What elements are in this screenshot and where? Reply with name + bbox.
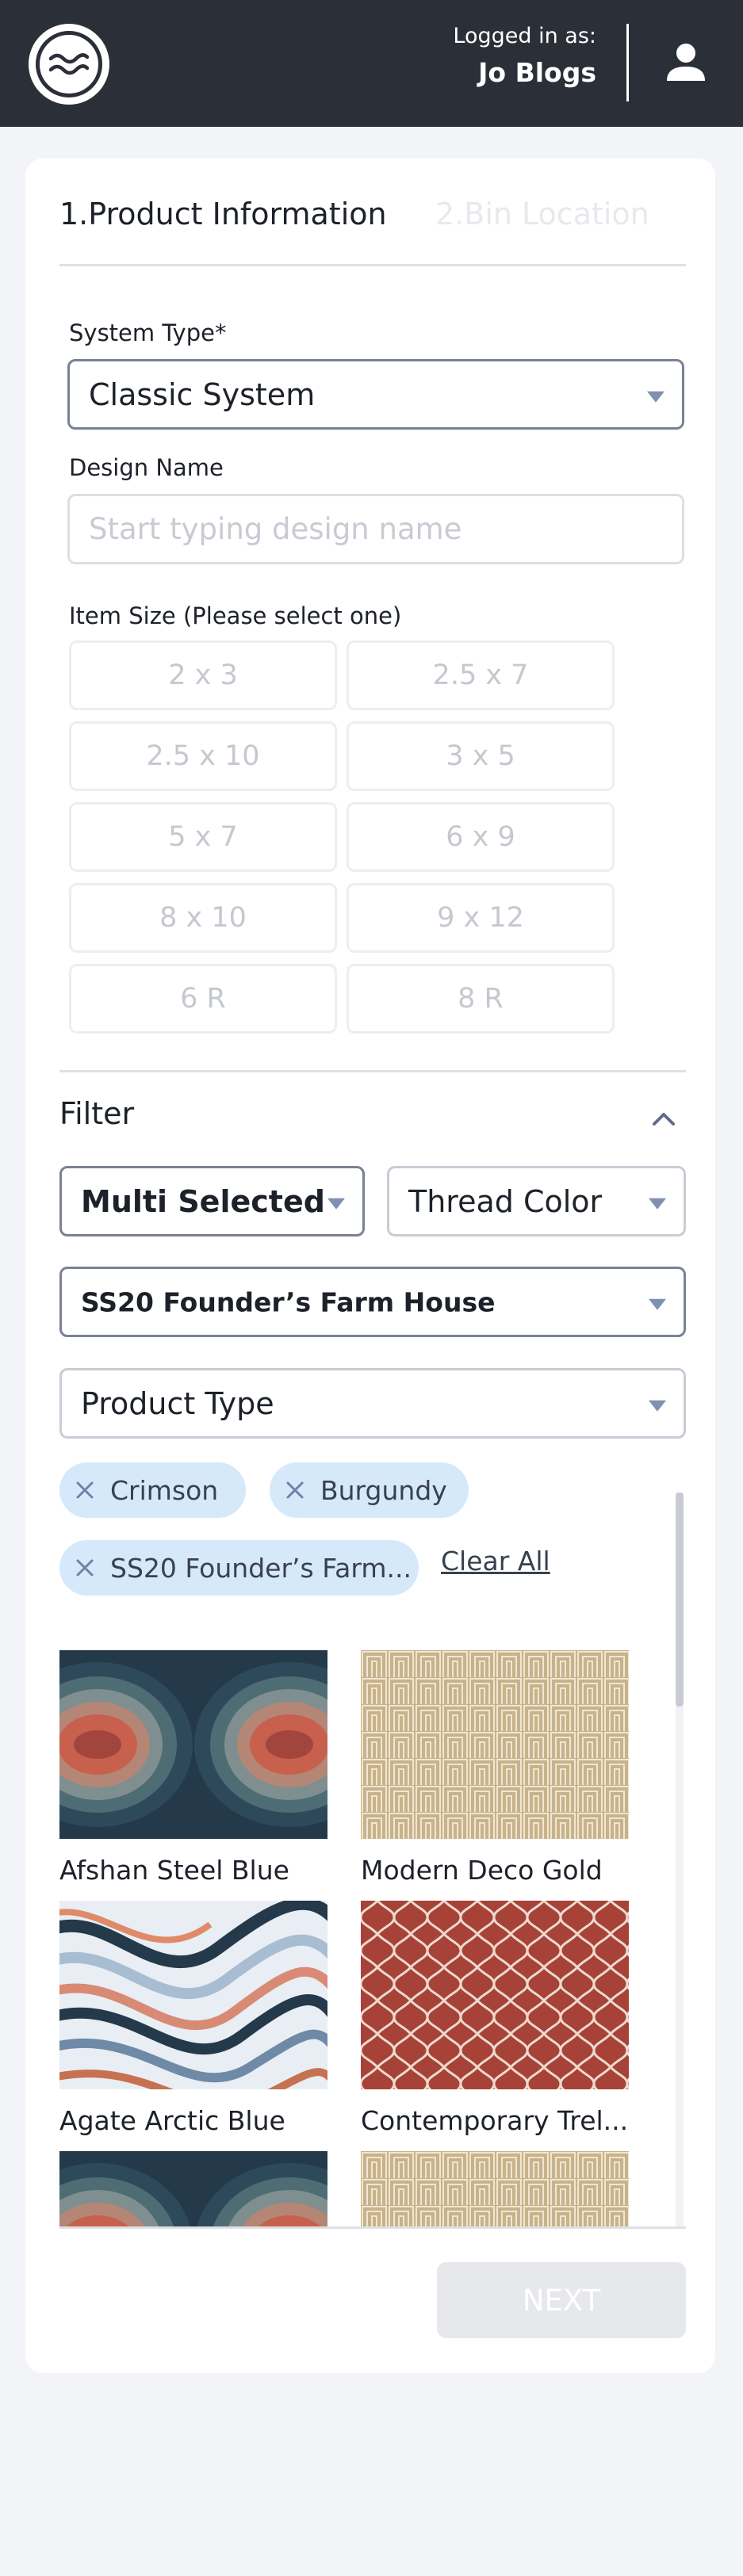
- chip-burgundy: Burgundy: [270, 1462, 469, 1518]
- tab-product-information[interactable]: 1.Product Information: [59, 197, 387, 231]
- multi-selected-select[interactable]: Multi Selected: [59, 1166, 365, 1236]
- waves-icon: [36, 31, 102, 97]
- chevron-up-icon[interactable]: [652, 1106, 676, 1130]
- product-image-agate: [59, 1901, 327, 2089]
- size-option-9x12[interactable]: 9 x 12: [347, 883, 615, 953]
- collection-value: SS20 Founder’s Farm House: [81, 1286, 496, 1317]
- tab-bin-location[interactable]: 2.Bin Location: [435, 197, 649, 231]
- product-type-value: Product Type: [81, 1385, 274, 1421]
- product-card[interactable]: Agate Arctic Blue: [59, 1901, 327, 2136]
- product-card[interactable]: Modern Deco Gold: [361, 1650, 629, 1886]
- size-option-8r[interactable]: 8 R: [347, 964, 615, 1034]
- size-option-2.5x7[interactable]: 2.5 x 7: [347, 640, 615, 710]
- clear-all-link[interactable]: Clear All: [441, 1546, 550, 1577]
- chip-crimson: Crimson: [59, 1462, 246, 1518]
- chip-label: Burgundy: [320, 1474, 447, 1506]
- header-divider: [626, 24, 629, 101]
- top-bar: Logged in as: Jo Blogs: [0, 0, 743, 127]
- product-form-card: 1.Product Information 2.Bin Location Sys…: [25, 159, 715, 2373]
- chevron-down-icon: [647, 391, 664, 403]
- close-icon[interactable]: [69, 1474, 101, 1506]
- close-icon[interactable]: [69, 1552, 101, 1584]
- product-image-trellis: [361, 1901, 629, 2089]
- product-card[interactable]: [361, 2151, 629, 2226]
- size-option-5x7[interactable]: 5 x 7: [69, 802, 337, 872]
- product-image-afshan: [59, 1650, 327, 1839]
- size-option-2x3[interactable]: 2 x 3: [69, 640, 337, 710]
- product-name: Afshan Steel Blue: [59, 1855, 289, 1886]
- product-image-afshan: [59, 2151, 327, 2226]
- product-card[interactable]: Contemporary Trel...: [361, 1901, 629, 2136]
- user-name: Jo Blogs: [478, 57, 596, 88]
- logged-in-label: Logged in as:: [453, 24, 596, 48]
- thread-color-select[interactable]: Thread Color: [387, 1166, 686, 1236]
- product-image-deco: [361, 2151, 629, 2226]
- item-size-label: Item Size (Please select one): [69, 602, 402, 629]
- step-tabs: 1.Product Information 2.Bin Location: [59, 197, 686, 266]
- size-option-3x5[interactable]: 3 x 5: [347, 721, 615, 791]
- size-option-8x10[interactable]: 8 x 10: [69, 883, 337, 953]
- thread-color-value: Thread Color: [408, 1183, 603, 1219]
- chevron-down-icon: [649, 1298, 666, 1310]
- product-card[interactable]: Afshan Steel Blue: [59, 1650, 327, 1886]
- chip-label: Crimson: [110, 1474, 219, 1506]
- chevron-down-icon: [649, 1400, 666, 1412]
- system-type-select[interactable]: Classic System: [67, 359, 684, 430]
- product-image-deco: [361, 1650, 629, 1839]
- size-option-6x9[interactable]: 6 x 9: [347, 802, 615, 872]
- product-name: Agate Arctic Blue: [59, 2105, 285, 2136]
- product-card[interactable]: [59, 2151, 327, 2226]
- user-icon[interactable]: [664, 41, 707, 84]
- size-option-6r[interactable]: 6 R: [69, 964, 337, 1034]
- chip-label: SS20 Founder’s Farm...: [110, 1552, 412, 1584]
- size-option-2.5x10[interactable]: 2.5 x 10: [69, 721, 337, 791]
- collection-select[interactable]: SS20 Founder’s Farm House: [59, 1267, 686, 1337]
- design-name-label: Design Name: [69, 454, 224, 481]
- close-icon[interactable]: [279, 1474, 311, 1506]
- chevron-down-icon: [649, 1198, 666, 1210]
- product-name: Modern Deco Gold: [361, 1855, 603, 1886]
- product-type-select[interactable]: Product Type: [59, 1368, 686, 1439]
- design-name-input[interactable]: [70, 496, 682, 562]
- system-type-value: Classic System: [89, 376, 316, 412]
- design-name-field: [67, 494, 684, 564]
- chevron-down-icon: [327, 1198, 345, 1210]
- section-divider: [59, 1070, 686, 1072]
- next-button[interactable]: NEXT: [437, 2262, 686, 2338]
- product-name: Contemporary Trel...: [361, 2105, 629, 2136]
- system-type-label: System Type*: [69, 319, 227, 346]
- logo[interactable]: [29, 24, 109, 105]
- product-results: Afshan Steel Blue Modern Deco Gold Agate…: [59, 1650, 686, 2229]
- filter-title: Filter: [59, 1096, 135, 1131]
- multi-selected-value: Multi Selected: [81, 1183, 325, 1219]
- chip-collection: SS20 Founder’s Farm...: [59, 1540, 419, 1596]
